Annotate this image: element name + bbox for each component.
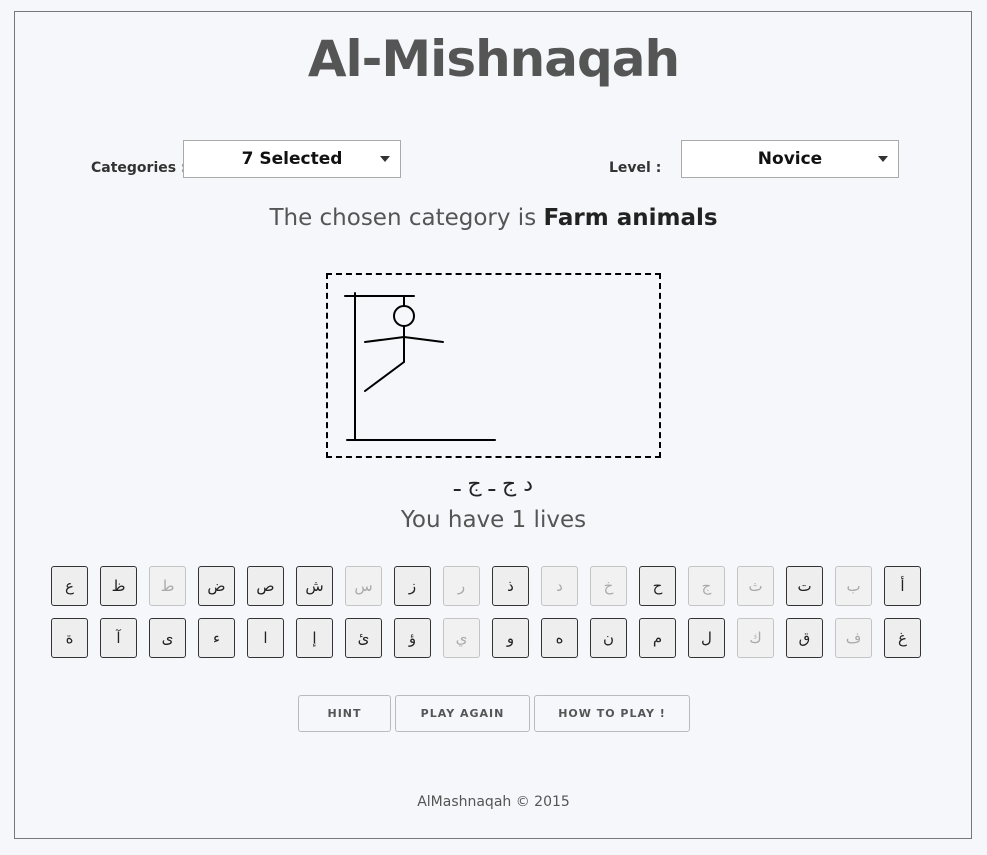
letter-key[interactable]: أ — [884, 566, 921, 606]
letter-key[interactable]: ا — [247, 618, 284, 658]
letter-key[interactable]: م — [639, 618, 676, 658]
level-select-value: Novice — [757, 149, 823, 169]
page-title: Al-Mishnaqah — [307, 30, 680, 88]
hangman-left-arm — [364, 336, 405, 343]
letter-key[interactable]: ذ — [492, 566, 529, 606]
play-again-button[interactable]: PLAY AGAIN — [395, 695, 530, 732]
letter-key[interactable]: آ — [100, 618, 137, 658]
letter-key: ث — [737, 566, 774, 606]
level-select[interactable]: Novice — [681, 140, 899, 178]
chevron-down-icon — [380, 156, 390, 162]
letter-key[interactable]: ئ — [345, 618, 382, 658]
categories-select[interactable]: 7 Selected — [183, 140, 401, 178]
letter-key[interactable]: ى — [149, 618, 186, 658]
letter-key: ك — [737, 618, 774, 658]
how-to-play-button[interactable]: HOW TO PLAY ! — [534, 695, 690, 732]
letter-key[interactable]: و — [492, 618, 529, 658]
chosen-category-prefix: The chosen category is — [269, 205, 537, 231]
footer: AlMashnaqah © 2015 — [417, 794, 570, 810]
categories-select-value: 7 Selected — [241, 149, 343, 169]
letter-key[interactable]: ؤ — [394, 618, 431, 658]
letter-key: ب — [835, 566, 872, 606]
categories-label: Categories : — [91, 160, 187, 176]
word-display: د ج ـ ج ـ — [453, 472, 534, 497]
letter-key: ط — [149, 566, 186, 606]
letter-key[interactable]: ح — [639, 566, 676, 606]
letter-key[interactable]: ش — [296, 566, 333, 606]
hangman-left-leg — [364, 361, 405, 392]
lives-counter: You have 1 lives — [400, 507, 587, 533]
letter-key[interactable]: ق — [786, 618, 823, 658]
letter-key[interactable]: ظ — [100, 566, 137, 606]
letter-key[interactable]: إ — [296, 618, 333, 658]
letter-key[interactable]: ن — [590, 618, 627, 658]
letter-key[interactable]: ء — [198, 618, 235, 658]
letter-key[interactable]: ض — [198, 566, 235, 606]
letter-key[interactable]: ت — [786, 566, 823, 606]
hangman-figure — [344, 292, 496, 441]
letter-key[interactable]: ص — [247, 566, 284, 606]
level-label: Level : — [609, 160, 662, 176]
chosen-category-line: The chosen category is Farm animals — [0, 205, 987, 231]
letter-key: خ — [590, 566, 627, 606]
letter-key: ج — [688, 566, 725, 606]
letter-key: د — [541, 566, 578, 606]
hint-button[interactable]: HINT — [298, 695, 391, 732]
hangman-drawing-area — [326, 273, 661, 458]
letter-key[interactable]: غ — [884, 618, 921, 658]
letter-key: ف — [835, 618, 872, 658]
hangman-right-arm — [403, 336, 444, 343]
letter-key[interactable]: ز — [394, 566, 431, 606]
chevron-down-icon — [878, 156, 888, 162]
letter-key[interactable]: ه — [541, 618, 578, 658]
letter-key: س — [345, 566, 382, 606]
hangman-head — [393, 305, 415, 327]
chosen-category-name: Farm animals — [543, 205, 718, 231]
letter-key[interactable]: ة — [51, 618, 88, 658]
letter-key: ر — [443, 566, 480, 606]
letter-key[interactable]: ع — [51, 566, 88, 606]
letter-key: ي — [443, 618, 480, 658]
letter-key[interactable]: ل — [688, 618, 725, 658]
